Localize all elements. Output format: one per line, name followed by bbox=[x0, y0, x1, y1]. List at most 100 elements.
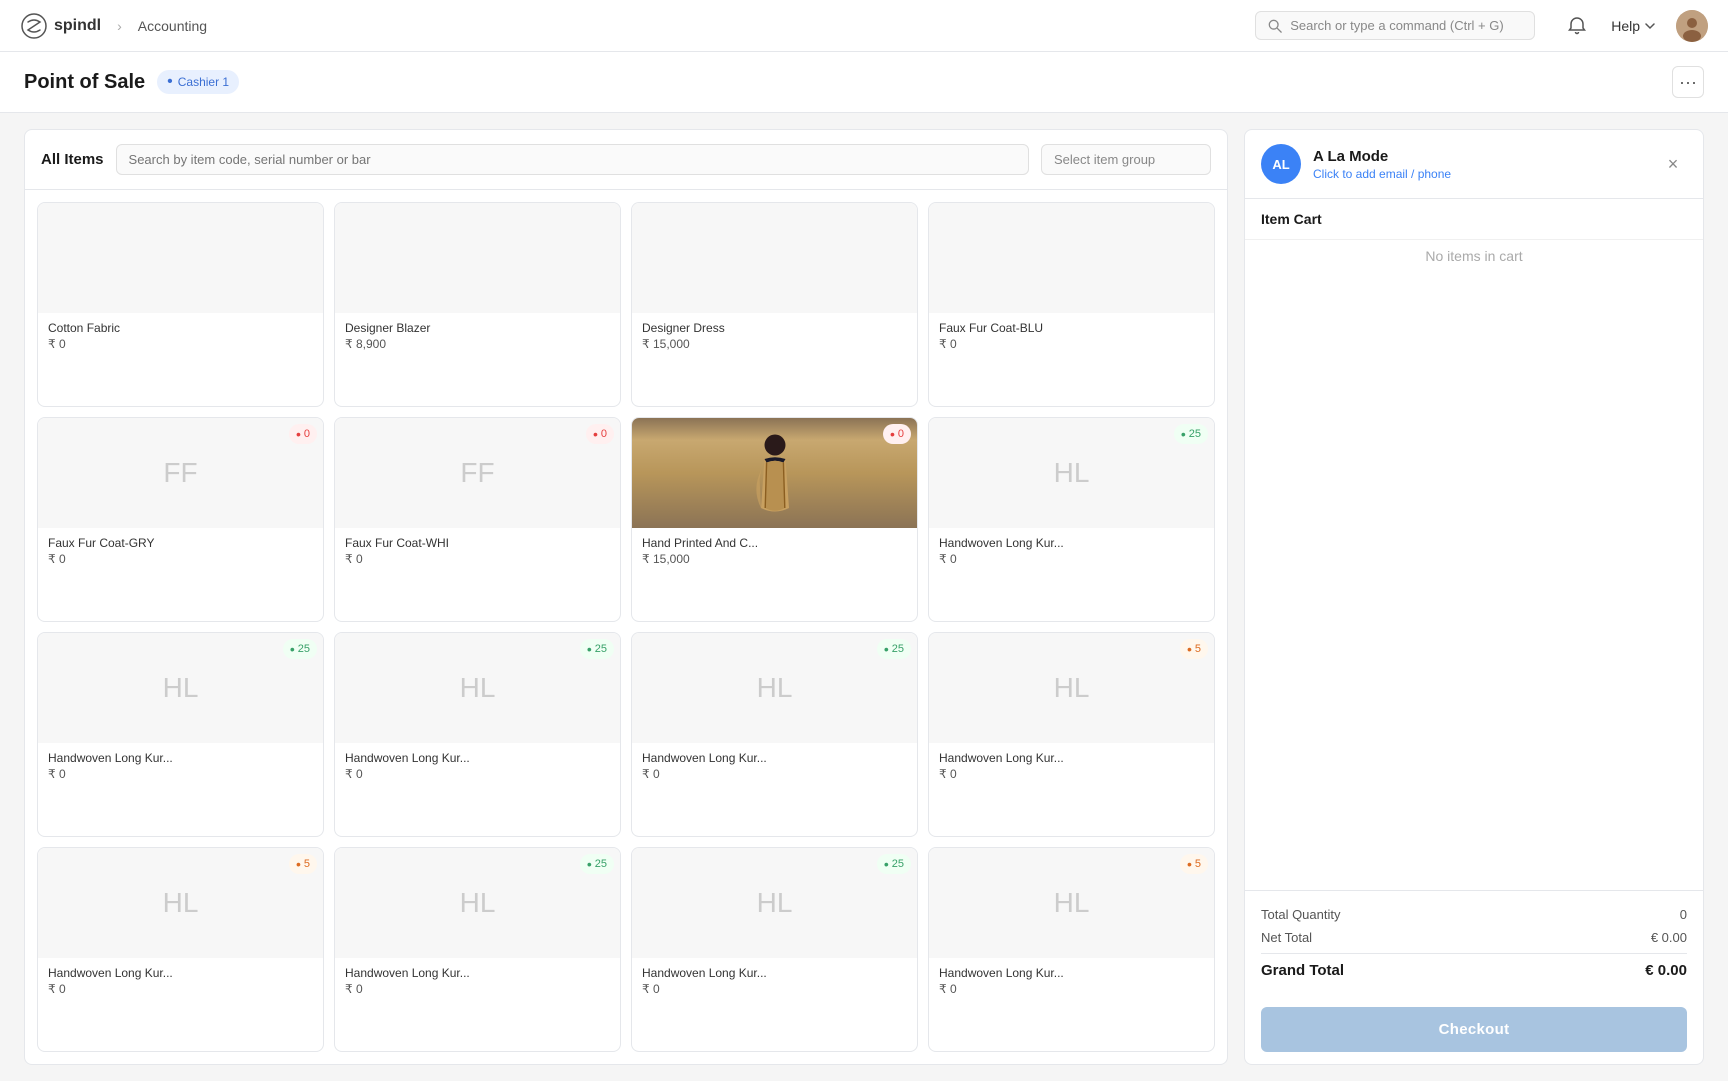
item-initials: HL bbox=[163, 887, 199, 919]
item-card-footer: Handwoven Long Kur... ₹ 0 bbox=[38, 743, 323, 789]
item-price: ₹ 0 bbox=[642, 982, 907, 996]
item-card[interactable]: HL 25 Handwoven Long Kur... ₹ 0 bbox=[631, 632, 918, 837]
item-card[interactable]: FF 0 Faux Fur Coat-WHI ₹ 0 bbox=[334, 417, 621, 622]
item-price: ₹ 15,000 bbox=[642, 337, 907, 351]
stock-badge: 5 bbox=[1180, 854, 1208, 874]
notifications-button[interactable] bbox=[1563, 12, 1591, 40]
item-card-footer: Handwoven Long Kur... ₹ 0 bbox=[929, 958, 1214, 1004]
item-initials: FF bbox=[163, 457, 197, 489]
item-card-body: HL 5 bbox=[929, 848, 1214, 958]
item-card-body: FF 0 bbox=[38, 418, 323, 528]
item-initials: FF bbox=[460, 457, 494, 489]
item-card[interactable]: Cotton Fabric ₹ 0 bbox=[37, 202, 324, 407]
item-name: Handwoven Long Kur... bbox=[48, 751, 313, 765]
page-title: Point of Sale bbox=[24, 71, 145, 94]
item-name: Faux Fur Coat-GRY bbox=[48, 536, 313, 550]
more-options-button[interactable]: ··· bbox=[1672, 66, 1704, 98]
item-card-body: HL 25 bbox=[632, 633, 917, 743]
items-panel: All Items Select item group Cotton Fabri… bbox=[24, 129, 1228, 1065]
item-card[interactable]: 0 Hand Printed And C... ₹ 15,000 bbox=[631, 417, 918, 622]
item-price: ₹ 0 bbox=[345, 982, 610, 996]
item-price: ₹ 0 bbox=[939, 982, 1204, 996]
search-icon bbox=[1268, 19, 1282, 33]
item-card-footer: Handwoven Long Kur... ₹ 0 bbox=[632, 743, 917, 789]
grand-total-value: € 0.00 bbox=[1645, 962, 1687, 979]
chevron-down-icon bbox=[1644, 20, 1656, 32]
page-title-area: Point of Sale Cashier 1 bbox=[24, 70, 239, 94]
grand-total-label: Grand Total bbox=[1261, 962, 1344, 979]
item-card-footer: Cotton Fabric ₹ 0 bbox=[38, 313, 323, 359]
item-price: ₹ 0 bbox=[939, 337, 1204, 351]
total-quantity-row: Total Quantity 0 bbox=[1261, 903, 1687, 926]
item-card[interactable]: Designer Blazer ₹ 8,900 bbox=[334, 202, 621, 407]
customer-info: A La Mode Click to add email / phone bbox=[1313, 148, 1647, 181]
item-card-body: FF 0 bbox=[335, 418, 620, 528]
item-name: Designer Blazer bbox=[345, 321, 610, 335]
item-name: Handwoven Long Kur... bbox=[939, 966, 1204, 980]
item-search-input[interactable] bbox=[116, 144, 1029, 175]
search-placeholder-text: Search or type a command (Ctrl + G) bbox=[1290, 18, 1504, 33]
item-group-select[interactable]: Select item group bbox=[1041, 144, 1211, 175]
help-button[interactable]: Help bbox=[1603, 14, 1664, 38]
item-card-body: 0 bbox=[632, 418, 917, 528]
user-avatar[interactable] bbox=[1676, 10, 1708, 42]
total-quantity-value: 0 bbox=[1680, 907, 1687, 922]
stock-badge: 25 bbox=[877, 854, 911, 874]
cashier-badge: Cashier 1 bbox=[157, 70, 239, 94]
item-price: ₹ 0 bbox=[345, 767, 610, 781]
items-panel-header: All Items Select item group bbox=[25, 130, 1227, 190]
customer-contact-link[interactable]: Click to add email / phone bbox=[1313, 167, 1647, 181]
item-card[interactable]: Faux Fur Coat-BLU ₹ 0 bbox=[928, 202, 1215, 407]
item-card-footer: Designer Dress ₹ 15,000 bbox=[632, 313, 917, 359]
item-name: Handwoven Long Kur... bbox=[642, 966, 907, 980]
item-card[interactable]: HL 25 Handwoven Long Kur... ₹ 0 bbox=[631, 847, 918, 1052]
item-price: ₹ 0 bbox=[345, 552, 610, 566]
item-card[interactable]: HL 5 Handwoven Long Kur... ₹ 0 bbox=[928, 847, 1215, 1052]
item-card-body: HL 25 bbox=[335, 633, 620, 743]
item-name: Designer Dress bbox=[642, 321, 907, 335]
item-card[interactable]: HL 5 Handwoven Long Kur... ₹ 0 bbox=[928, 632, 1215, 837]
total-quantity-label: Total Quantity bbox=[1261, 907, 1341, 922]
global-search[interactable]: Search or type a command (Ctrl + G) bbox=[1255, 11, 1535, 40]
item-card-footer: Handwoven Long Kur... ₹ 0 bbox=[335, 958, 620, 1004]
item-card-body bbox=[632, 203, 917, 313]
app-logo[interactable]: spindl bbox=[20, 12, 101, 40]
item-name: Handwoven Long Kur... bbox=[345, 751, 610, 765]
page-header: Point of Sale Cashier 1 ··· bbox=[0, 52, 1728, 113]
item-card[interactable]: Designer Dress ₹ 15,000 bbox=[631, 202, 918, 407]
item-card-footer: Handwoven Long Kur... ₹ 0 bbox=[38, 958, 323, 1004]
cart-items-list: No items in cart bbox=[1245, 240, 1703, 890]
stock-badge: 0 bbox=[289, 424, 317, 444]
item-card-body: HL 5 bbox=[38, 848, 323, 958]
item-initials: HL bbox=[757, 672, 793, 704]
item-card[interactable]: FF 0 Faux Fur Coat-GRY ₹ 0 bbox=[37, 417, 324, 622]
stock-badge: 5 bbox=[289, 854, 317, 874]
item-card-footer: Handwoven Long Kur... ₹ 0 bbox=[929, 528, 1214, 574]
item-card-footer: Handwoven Long Kur... ₹ 0 bbox=[335, 743, 620, 789]
item-card[interactable]: HL 25 Handwoven Long Kur... ₹ 0 bbox=[334, 632, 621, 837]
item-card-footer: Faux Fur Coat-BLU ₹ 0 bbox=[929, 313, 1214, 359]
customer-name: A La Mode bbox=[1313, 148, 1647, 165]
stock-badge: 25 bbox=[580, 854, 614, 874]
item-card[interactable]: HL 25 Handwoven Long Kur... ₹ 0 bbox=[37, 632, 324, 837]
item-name: Handwoven Long Kur... bbox=[48, 966, 313, 980]
logo-icon bbox=[20, 12, 48, 40]
item-card[interactable]: HL 5 Handwoven Long Kur... ₹ 0 bbox=[37, 847, 324, 1052]
item-cart-title: Item Cart bbox=[1245, 199, 1703, 240]
breadcrumb-separator: › bbox=[117, 18, 122, 34]
grand-total-row: Grand Total € 0.00 bbox=[1261, 953, 1687, 983]
item-initials: HL bbox=[1054, 672, 1090, 704]
item-initials: HL bbox=[757, 887, 793, 919]
net-total-value: € 0.00 bbox=[1651, 930, 1687, 945]
item-card-footer: Faux Fur Coat-WHI ₹ 0 bbox=[335, 528, 620, 574]
stock-badge: 25 bbox=[1174, 424, 1208, 444]
top-nav-right: Help bbox=[1563, 10, 1708, 42]
close-customer-button[interactable]: × bbox=[1659, 150, 1687, 178]
item-card[interactable]: HL 25 Handwoven Long Kur... ₹ 0 bbox=[334, 847, 621, 1052]
item-card-footer: Hand Printed And C... ₹ 15,000 bbox=[632, 528, 917, 574]
item-price: ₹ 8,900 bbox=[345, 337, 610, 351]
checkout-button[interactable]: Checkout bbox=[1261, 1007, 1687, 1052]
item-card[interactable]: HL 25 Handwoven Long Kur... ₹ 0 bbox=[928, 417, 1215, 622]
item-price: ₹ 0 bbox=[642, 767, 907, 781]
item-price: ₹ 0 bbox=[48, 767, 313, 781]
